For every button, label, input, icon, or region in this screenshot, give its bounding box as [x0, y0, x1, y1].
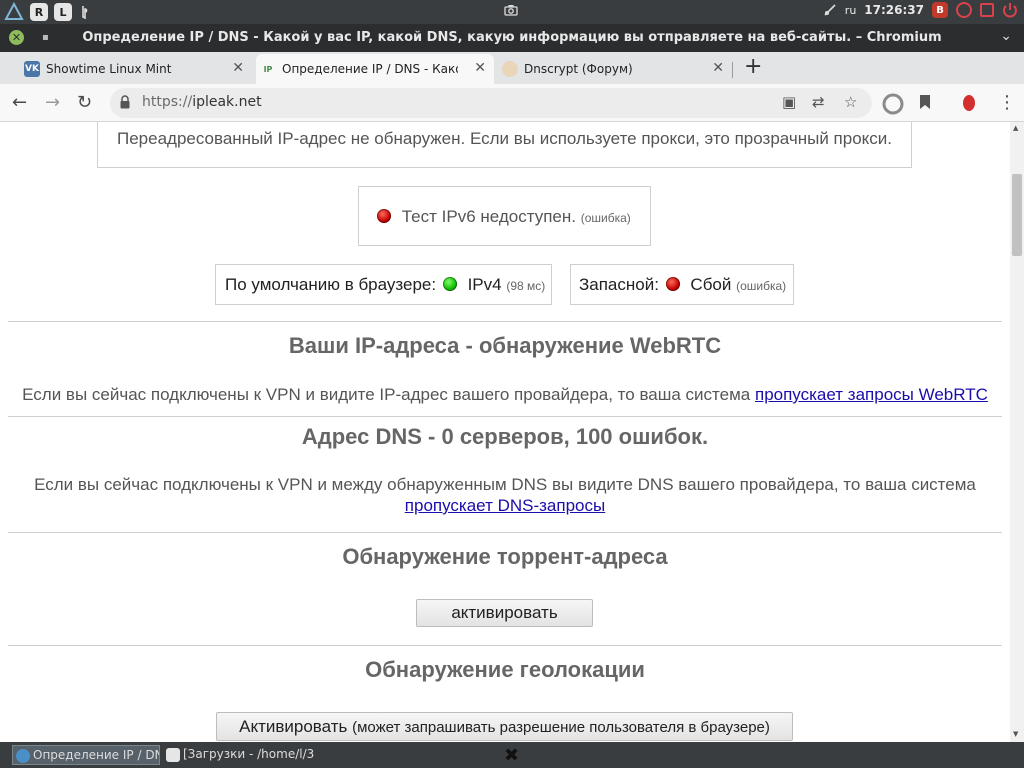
chevron-down-icon[interactable]: ⌄	[1000, 28, 1012, 44]
ipv6-test-text: Тест IPv6 недоступен.	[401, 207, 576, 226]
status-red-icon	[377, 209, 391, 223]
extension-circle-icon[interactable]	[882, 93, 904, 115]
section-divider	[8, 416, 1002, 417]
network-icon[interactable]	[823, 3, 837, 17]
tab-label: Определение IP / DNS - Какой	[282, 62, 458, 76]
status-green-icon	[442, 277, 457, 291]
tray-b-icon[interactable]: B	[932, 2, 948, 18]
forwarded-ip-text: Переадресованный IP-адрес не обнаружен. …	[116, 129, 893, 148]
taskbar-item-label: [Загрузки - /home/l/3...	[183, 747, 315, 761]
close-tab-icon[interactable]: ✕	[232, 60, 244, 76]
forwarded-ip-box: Переадресованный IP-адрес не обнаружен. …	[97, 122, 912, 168]
forum-avatar-icon	[502, 61, 518, 77]
section-divider	[8, 645, 1002, 646]
tab-showtime[interactable]: VK Showtime Linux Mint ✕	[20, 54, 252, 84]
geolocation-heading: Обнаружение геолокации	[365, 657, 645, 682]
vk-icon: VK	[24, 61, 40, 77]
launcher-l-icon[interactable]: L	[54, 3, 72, 21]
webrtc-paragraph: Если вы сейчас подключены к VPN и видите…	[0, 385, 1010, 405]
tab-label: Dnscrypt (Форум)	[524, 62, 633, 76]
close-tab-icon[interactable]: ✕	[474, 60, 486, 76]
screenshot-icon[interactable]	[504, 4, 518, 16]
tray-circle-icon[interactable]	[956, 2, 972, 18]
webrtc-heading: Ваши IP-адреса - обнаружение WebRTC	[288, 333, 722, 358]
scroll-down-icon[interactable]: ▼	[1013, 730, 1018, 738]
page-content: Переадресованный IP-адрес не обнаружен. …	[0, 122, 1010, 742]
scroll-up-icon[interactable]: ▲	[1013, 124, 1018, 132]
menu-logo-icon[interactable]	[4, 2, 24, 22]
default-browser-value: IPv4	[467, 275, 502, 294]
reload-icon[interactable]: ↻	[77, 92, 92, 113]
geolocation-activate-button[interactable]: Активировать (может запрашивать разрешен…	[216, 712, 793, 741]
launcher-r-icon[interactable]: R	[30, 3, 48, 21]
back-arrow-icon[interactable]: ←	[12, 92, 27, 113]
taskbar-item-chromium[interactable]: Определение IP / DN...	[12, 745, 160, 765]
geolocation-button-label: Активировать	[239, 717, 348, 736]
scrollbar-thumb[interactable]	[1012, 174, 1022, 256]
system-panel: R L ru 17:26:37 B	[0, 0, 1024, 24]
default-browser-box: По умолчанию в браузере: IPv4 (98 мс)	[215, 264, 552, 305]
file-manager-icon	[166, 748, 180, 762]
forward-arrow-icon[interactable]: →	[45, 92, 60, 113]
browser-toolbar: ← → ↻ https://ipleak.net ▣ ⇄ ☆ ⋮	[0, 84, 1024, 122]
window-title-bar[interactable]: ✕ ▪ Определение IP / DNS - Какой у вас I…	[0, 24, 1024, 52]
default-browser-label: По умолчанию в браузере:	[225, 275, 437, 294]
bookmark-star-icon[interactable]: ☆	[844, 93, 857, 111]
webrtc-leak-link[interactable]: пропускает запросы WebRTC	[755, 385, 988, 404]
status-red-icon	[665, 277, 680, 291]
taskbar-item-downloads[interactable]: [Загрузки - /home/l/3...	[163, 745, 315, 765]
new-tab-plus-icon[interactable]: +	[744, 54, 762, 79]
dns-paragraph: Если вы сейчас подключены к VPN и между …	[0, 474, 1010, 516]
tab-separator	[732, 62, 733, 78]
url-text[interactable]: https://ipleak.net	[142, 94, 262, 110]
geolocation-button-note: (может запрашивать разрешение пользовате…	[352, 719, 770, 736]
window-title: Определение IP / DNS - Какой у вас IP, к…	[82, 30, 942, 45]
ipv6-test-box: Тест IPv6 недоступен. (ошибка)	[358, 186, 651, 246]
section-divider	[8, 321, 1002, 322]
page-scrollbar[interactable]: ▲ ▼	[1010, 122, 1024, 742]
clock[interactable]: 17:26:37	[864, 3, 924, 17]
lock-icon[interactable]	[120, 95, 130, 109]
taskbar-item-label: Определение IP / DN...	[33, 748, 159, 762]
fallback-value: Сбой	[690, 275, 732, 294]
section-divider	[8, 532, 1002, 533]
tray-square-icon[interactable]	[980, 3, 994, 17]
dns-heading: Адрес DNS - 0 серверов, 100 ошибок.	[301, 424, 709, 449]
ipv6-test-note: (ошибка)	[580, 211, 631, 225]
dns-leak-link[interactable]: пропускает DNS-запросы	[405, 496, 605, 515]
fallback-label: Запасной:	[579, 275, 659, 294]
chromium-icon	[16, 749, 30, 763]
close-x-icon[interactable]: ✖	[504, 745, 519, 766]
tab-label: Showtime Linux Mint	[46, 62, 172, 76]
address-bar[interactable]: https://ipleak.net ▣ ⇄ ☆	[110, 88, 872, 118]
keyboard-layout[interactable]: ru	[845, 4, 857, 17]
playstation-icon[interactable]	[78, 4, 94, 20]
bookmark-icon[interactable]	[919, 94, 931, 110]
tab-ipleak[interactable]: IP Определение IP / DNS - Какой ✕	[256, 54, 494, 84]
blocked-popup-icon[interactable]: ▣	[782, 93, 796, 111]
torrent-activate-button[interactable]: активировать	[416, 599, 593, 627]
power-icon[interactable]	[1002, 2, 1018, 18]
menu-kebab-icon[interactable]: ⋮	[998, 92, 1016, 113]
tab-strip: VK Showtime Linux Mint ✕ IP Определение …	[0, 52, 1024, 84]
tab-dnscrypt[interactable]: Dnscrypt (Форум) ✕	[498, 54, 732, 84]
translate-icon[interactable]: ⇄	[812, 93, 825, 111]
close-tab-icon[interactable]: ✕	[712, 60, 724, 76]
dns-text: Если вы сейчас подключены к VPN и между …	[34, 475, 976, 494]
torrent-heading: Обнаружение торрент-адреса	[342, 544, 668, 569]
ipleak-icon: IP	[263, 64, 273, 74]
webrtc-text: Если вы сейчас подключены к VPN и видите…	[22, 385, 751, 404]
default-browser-note: (98 мс)	[506, 279, 546, 293]
fallback-note: (ошибка)	[736, 279, 787, 293]
extension-red-icon[interactable]	[960, 93, 978, 113]
fallback-box: Запасной: Сбой (ошибка)	[570, 264, 794, 305]
